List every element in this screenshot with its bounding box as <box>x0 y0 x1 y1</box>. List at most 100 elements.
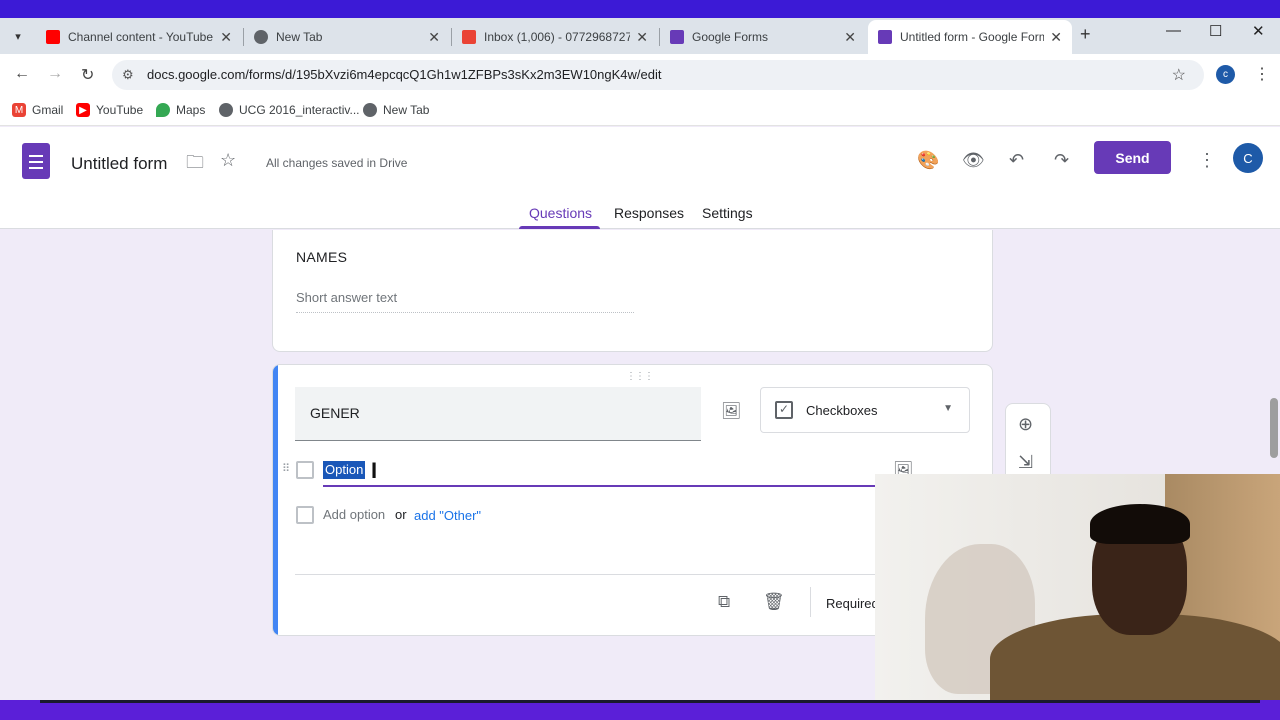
answer-line <box>296 312 634 313</box>
close-icon[interactable]: ✕ <box>1050 29 1062 46</box>
page-scrollbar[interactable] <box>1270 398 1278 458</box>
undo-icon[interactable]: ↶ <box>1009 150 1024 171</box>
google-forms-logo-icon[interactable] <box>22 143 50 179</box>
close-icon[interactable]: ✕ <box>844 29 856 46</box>
url-text[interactable]: docs.google.com/forms/d/195bXvzi6m4epcqc… <box>147 67 661 82</box>
webcam-person-hair <box>1090 504 1190 544</box>
bottom-band <box>0 700 1280 720</box>
text-cursor-icon: I <box>371 458 378 483</box>
youtube-icon <box>46 30 60 44</box>
window-close-icon[interactable]: ✕ <box>1252 22 1265 40</box>
forms-icon <box>878 30 892 44</box>
star-icon[interactable]: ☆ <box>220 150 236 171</box>
bookmark-ucg[interactable]: UCG 2016_interactiv... <box>219 103 360 117</box>
question-type-select[interactable]: ✓ Checkboxes ▼ <box>760 387 970 433</box>
minimize-icon[interactable]: — <box>1166 22 1181 39</box>
maximize-icon[interactable]: ☐ <box>1209 22 1222 40</box>
bookmark-new-tab[interactable]: New Tab <box>363 103 429 117</box>
question-title-text: GENER <box>310 405 360 421</box>
close-icon[interactable]: ✕ <box>220 29 232 46</box>
duplicate-icon[interactable]: ⧉ <box>718 592 730 612</box>
close-icon[interactable]: ✕ <box>428 29 440 46</box>
folder-icon[interactable]: 🗀 <box>186 150 204 180</box>
forward-arrow-icon[interactable]: → <box>47 65 63 83</box>
add-option-button[interactable]: Add option <box>323 507 385 522</box>
close-icon[interactable]: ✕ <box>636 29 648 46</box>
form-title[interactable]: Untitled form <box>71 154 167 174</box>
bookmark-label: YouTube <box>96 103 144 117</box>
tab-questions[interactable]: Questions <box>529 205 592 221</box>
browser-menu-icon[interactable]: ⋮ <box>1254 64 1270 84</box>
new-tab-button[interactable]: + <box>1080 24 1091 45</box>
top-band <box>0 0 1280 18</box>
question-title-input[interactable]: GENER <box>295 387 701 441</box>
bookmark-label: Maps <box>176 103 206 117</box>
add-option-checkbox <box>296 506 314 524</box>
footer-separator <box>810 587 811 617</box>
tab-untitled-form[interactable]: Untitled form - Google Forms ✕ <box>868 20 1072 54</box>
option-checkbox <box>296 461 314 479</box>
maps-icon <box>156 103 170 117</box>
globe-icon <box>219 103 233 117</box>
youtube-icon: ▶ <box>76 103 90 117</box>
account-avatar[interactable]: C <box>1233 143 1263 173</box>
redo-icon[interactable]: ↷ <box>1054 150 1069 171</box>
address-bar[interactable]: ⚙ docs.google.com/forms/d/195bXvzi6m4epc… <box>112 60 1204 90</box>
tab-title: New Tab <box>276 30 323 44</box>
webcam-overlay <box>875 474 1280 700</box>
option-input-underline <box>323 485 876 487</box>
short-answer-placeholder: Short answer text <box>296 290 398 305</box>
bookmark-maps[interactable]: Maps <box>156 103 205 117</box>
save-status: All changes saved in Drive <box>266 156 408 170</box>
delete-icon[interactable]: 🗑 <box>763 592 785 612</box>
option-1-input[interactable]: Option <box>323 461 366 479</box>
question-type-label: Checkboxes <box>806 403 878 418</box>
bookmark-label: UCG 2016_interactiv... <box>239 103 360 117</box>
import-questions-icon[interactable]: ⇲ <box>1018 452 1033 473</box>
reload-icon[interactable]: ↻ <box>81 65 94 85</box>
bookmark-star-icon[interactable]: ☆ <box>1172 65 1186 85</box>
bookmark-youtube[interactable]: ▶ YouTube <box>76 103 143 117</box>
preview-eye-icon[interactable]: 👁 <box>962 150 985 171</box>
tab-gmail[interactable]: Inbox (1,006) - 0772968727 ✕ <box>452 20 658 54</box>
back-arrow-icon[interactable]: ← <box>14 65 30 83</box>
bookmark-label: New Tab <box>383 103 430 117</box>
question-title[interactable]: NAMES <box>296 249 347 265</box>
or-text: or <box>395 507 407 522</box>
question-card-names[interactable]: NAMES Short answer text <box>272 230 993 352</box>
chrome-icon <box>254 30 268 44</box>
gmail-icon: M <box>12 103 26 117</box>
required-toggle-label[interactable]: Required <box>826 596 879 611</box>
palette-icon[interactable]: 🎨 <box>917 150 939 171</box>
tab-youtube[interactable]: Channel content - YouTube ✕ <box>36 20 242 54</box>
tab-new-tab[interactable]: New Tab ✕ <box>244 20 450 54</box>
browser-profile-avatar[interactable]: c <box>1216 65 1235 84</box>
tab-search-button[interactable]: ▾ <box>6 25 30 47</box>
floating-toolbar: ⊕ ⇲ <box>1005 403 1051 483</box>
gmail-icon <box>462 30 476 44</box>
tab-settings[interactable]: Settings <box>702 205 753 221</box>
navigation-bar: ← → ↻ ⚙ docs.google.com/forms/d/195bXvzi… <box>0 54 1280 96</box>
tab-title: Inbox (1,006) - 0772968727 <box>484 30 631 44</box>
active-tab-indicator <box>519 226 600 229</box>
globe-icon <box>363 103 377 117</box>
bookmark-label: Gmail <box>32 103 64 117</box>
bookmarks-bar: M Gmail ▶ YouTube Maps UCG 2016_interact… <box>0 96 1280 126</box>
option-drag-handle-icon[interactable]: ⠿ <box>282 462 290 475</box>
card-divider <box>295 574 975 575</box>
send-button[interactable]: Send <box>1094 141 1171 174</box>
tab-responses[interactable]: Responses <box>614 205 684 221</box>
add-image-icon[interactable]: 🖼 <box>721 401 741 421</box>
add-question-icon[interactable]: ⊕ <box>1018 414 1033 435</box>
tab-title: Google Forms <box>692 30 769 44</box>
drag-handle-icon[interactable]: ⋮⋮⋮ <box>626 371 654 382</box>
forms-header: Untitled form 🗀 ☆ All changes saved in D… <box>0 127 1280 229</box>
more-options-icon[interactable]: ⋮ <box>1198 150 1216 171</box>
forms-icon <box>670 30 684 44</box>
site-info-icon[interactable]: ⚙ <box>122 67 134 83</box>
tab-title: Channel content - YouTube <box>68 30 214 44</box>
add-other-button[interactable]: add "Other" <box>414 508 481 523</box>
dropdown-arrow-icon: ▼ <box>943 403 953 414</box>
tab-google-forms[interactable]: Google Forms ✕ <box>660 20 866 54</box>
bookmark-gmail[interactable]: M Gmail <box>12 103 63 117</box>
